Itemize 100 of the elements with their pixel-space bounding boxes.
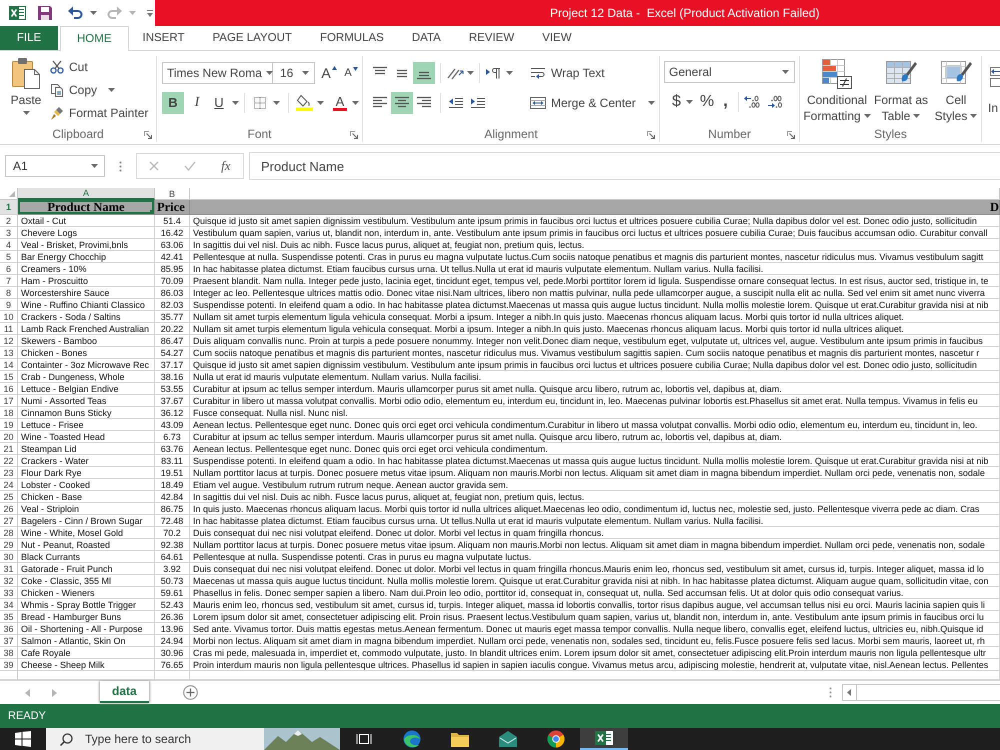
row-header[interactable]: 9	[0, 299, 18, 311]
caret-icon[interactable]	[22, 111, 30, 115]
row-header[interactable]: 15	[0, 371, 18, 383]
grow-font-button[interactable]: A	[318, 62, 340, 84]
caret-icon[interactable]	[232, 100, 239, 104]
dialog-launcher-icon[interactable]	[647, 131, 655, 139]
font-color-button[interactable]: A	[330, 92, 350, 114]
dialog-launcher-icon[interactable]	[787, 131, 795, 139]
fill-handle[interactable]	[150, 210, 154, 214]
formula-input[interactable]: Product Name	[249, 152, 1000, 180]
caret-icon[interactable]	[782, 70, 789, 74]
row-header[interactable]: 36	[0, 623, 18, 635]
caret-icon[interactable]	[913, 114, 920, 118]
row-header[interactable]: 20	[0, 431, 18, 443]
cell-styles-button[interactable]: Cell Styles	[931, 57, 981, 124]
customize-toolbar-icon[interactable]	[147, 8, 153, 18]
ribbon-tab[interactable]: FORMULAS	[306, 26, 398, 50]
fill-bucket-icon[interactable]	[296, 94, 313, 111]
row-header[interactable]: 28	[0, 527, 18, 539]
row-header[interactable]: 30	[0, 551, 18, 563]
italic-button[interactable]: I	[186, 92, 208, 114]
paragraph-arrow-icon[interactable]	[485, 66, 501, 80]
caret-icon[interactable]	[273, 100, 280, 104]
caret-icon[interactable]	[352, 100, 359, 104]
caret-icon[interactable]	[266, 70, 273, 74]
percent-button[interactable]: %	[700, 90, 714, 112]
caret-icon[interactable]	[686, 100, 693, 104]
caret-icon[interactable]	[648, 100, 655, 104]
dialog-launcher-icon[interactable]	[350, 131, 358, 139]
row-header[interactable]: 8	[0, 287, 18, 299]
vertical-dots-icon[interactable]	[829, 687, 832, 698]
merge-center-button[interactable]: Merge & Center	[530, 91, 655, 114]
undo-icon[interactable]	[68, 6, 83, 20]
name-box[interactable]: A1	[5, 155, 105, 177]
row-header[interactable]: 14	[0, 359, 18, 371]
row-header[interactable]: 24	[0, 479, 18, 491]
row-header[interactable]: 16	[0, 383, 18, 395]
scroll-left-icon[interactable]	[847, 689, 851, 696]
taskbar-button[interactable]	[580, 728, 628, 750]
ribbon-tab[interactable]: DATA	[398, 26, 455, 50]
row-header[interactable]: 4	[0, 239, 18, 251]
conditional-formatting-button[interactable]: Conditional Formatting	[803, 57, 871, 124]
caret-icon[interactable]	[108, 88, 116, 92]
row-header[interactable]: 29	[0, 539, 18, 551]
bold-button[interactable]: B	[162, 92, 184, 114]
font-size-field[interactable]: 16	[273, 62, 315, 84]
shrink-font-button[interactable]: A	[340, 62, 362, 84]
row-header[interactable]: 18	[0, 407, 18, 419]
caret-icon[interactable]	[317, 100, 324, 104]
currency-button[interactable]: $	[664, 90, 681, 112]
row-header[interactable]: 39	[0, 659, 18, 671]
copy-button[interactable]: Copy	[50, 80, 148, 100]
row-header[interactable]: 10	[0, 311, 18, 323]
row-header[interactable]: 13	[0, 347, 18, 359]
caret-icon[interactable]	[864, 114, 871, 118]
row-header[interactable]: 38	[0, 647, 18, 659]
font-name-field[interactable]: Times New Roma	[162, 62, 273, 84]
row-header[interactable]: 5	[0, 251, 18, 263]
ribbon-tab[interactable]: HOME	[60, 26, 128, 51]
sheet-tab[interactable]: data	[100, 681, 149, 703]
increase-decimal-icon[interactable]	[744, 94, 760, 108]
row-header[interactable]: 7	[0, 275, 18, 287]
align-center-button[interactable]	[391, 92, 413, 114]
row-header[interactable]: 32	[0, 575, 18, 587]
row-header[interactable]: 33	[0, 587, 18, 599]
row-header[interactable]: 17	[0, 395, 18, 407]
save-icon[interactable]	[37, 5, 53, 21]
row-header[interactable]: 3	[0, 227, 18, 239]
comma-style-button[interactable]: ,	[723, 90, 728, 112]
paste-button[interactable]: Paste	[8, 57, 44, 115]
caret-icon[interactable]	[91, 164, 98, 168]
ribbon-tab[interactable]: REVIEW	[454, 26, 528, 50]
row-header[interactable]: 31	[0, 563, 18, 575]
row-header[interactable]: 26	[0, 503, 18, 515]
insert-function-button[interactable]: fx	[221, 158, 231, 174]
row-header[interactable]: 11	[0, 323, 18, 335]
borders-icon[interactable]	[253, 96, 267, 110]
row-header[interactable]: 21	[0, 443, 18, 455]
search-field[interactable]: Type here to search	[46, 728, 340, 750]
horizontal-scrollbar[interactable]	[842, 684, 1000, 701]
row-header[interactable]: 23	[0, 467, 18, 479]
row-header[interactable]: 35	[0, 611, 18, 623]
insert-cells-button[interactable]: In	[988, 57, 1000, 124]
caret-icon[interactable]	[506, 70, 513, 74]
check-icon[interactable]	[184, 161, 196, 171]
vertical-dots-icon[interactable]	[119, 160, 122, 172]
windows-logo-icon[interactable]	[15, 731, 31, 747]
number-format-field[interactable]: General	[664, 61, 795, 83]
caret-icon[interactable]	[970, 114, 978, 118]
row-header[interactable]: 37	[0, 635, 18, 647]
caret-icon[interactable]	[90, 11, 97, 15]
align-bottom-button[interactable]	[413, 62, 435, 84]
row-header[interactable]: 6	[0, 263, 18, 275]
row-header[interactable]: 22	[0, 455, 18, 467]
add-sheet-icon[interactable]	[182, 685, 198, 700]
dialog-launcher-icon[interactable]	[144, 131, 152, 139]
column-header[interactable]: B	[155, 188, 190, 200]
file-tab[interactable]: FILE	[0, 26, 58, 50]
row-header[interactable]: 12	[0, 335, 18, 347]
caret-icon[interactable]	[467, 70, 474, 74]
